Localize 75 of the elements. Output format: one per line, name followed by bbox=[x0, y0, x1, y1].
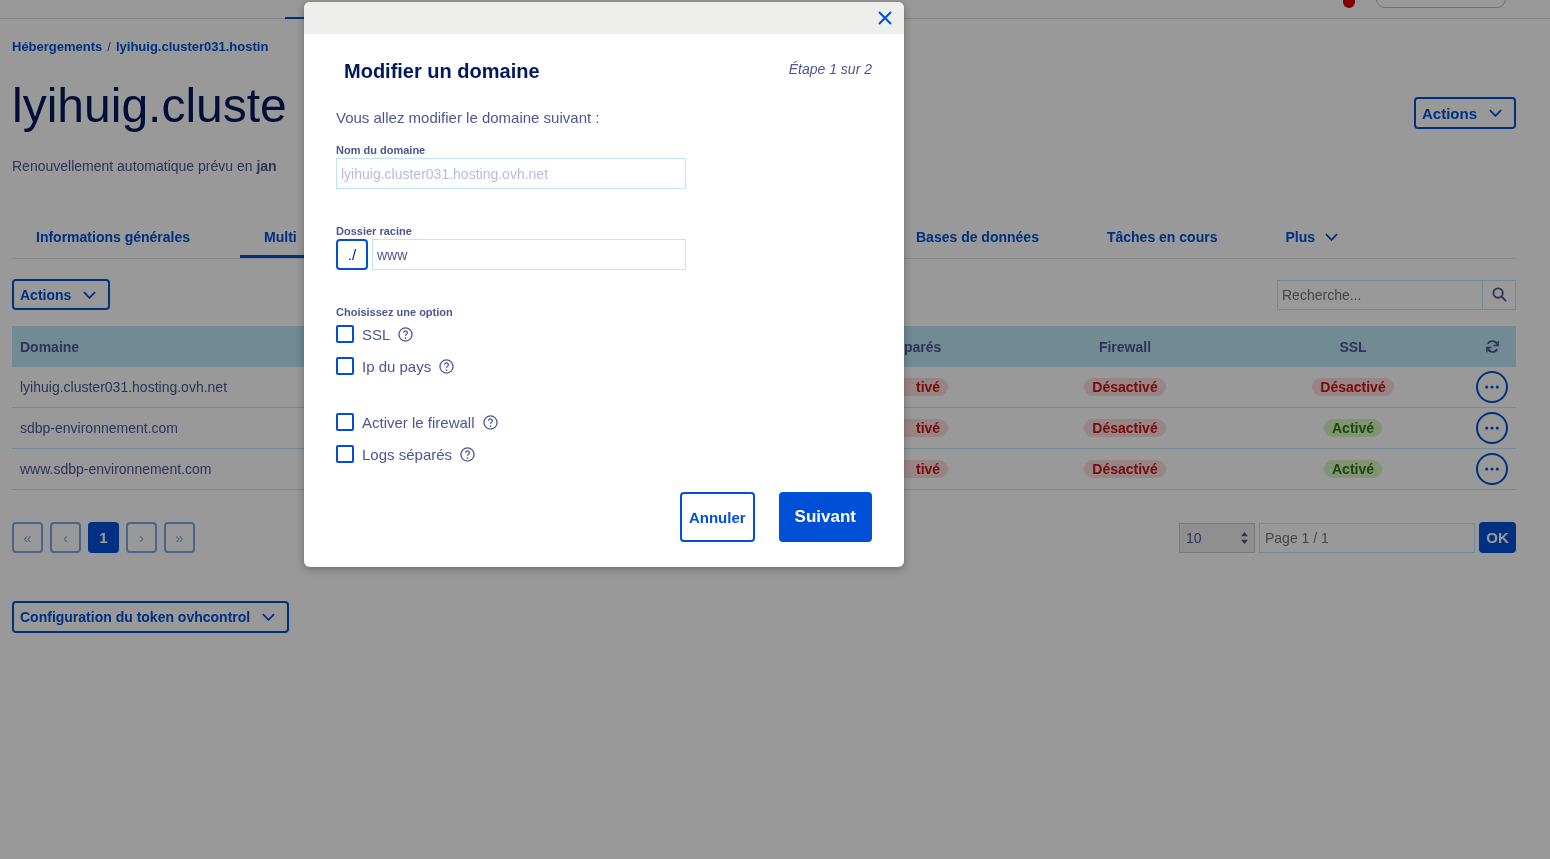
tab[interactable]: Informations générales bbox=[12, 221, 215, 258]
pagination-button[interactable]: « bbox=[12, 522, 43, 553]
status-badge: Activé bbox=[1324, 419, 1382, 437]
help-icon[interactable] bbox=[398, 326, 414, 342]
tab[interactable]: Tâches en cours bbox=[1082, 221, 1242, 258]
field-label: Nom du domaine bbox=[336, 144, 427, 156]
status-badge: Désactivé bbox=[1312, 378, 1394, 396]
active-nav-underline bbox=[285, 17, 305, 19]
checkbox[interactable] bbox=[336, 325, 354, 343]
chevron-down-icon bbox=[262, 613, 276, 621]
token-config-dropdown[interactable]: Configuration du token ovhcontrol bbox=[12, 601, 290, 633]
option-label: SSL bbox=[362, 325, 391, 343]
actions-dropdown[interactable]: Actions bbox=[12, 279, 111, 310]
help-icon[interactable] bbox=[460, 446, 476, 462]
chevron-down-icon bbox=[83, 290, 97, 299]
page-field[interactable]: Page 1 / 1 bbox=[1259, 522, 1475, 553]
status-badge: Désactivé bbox=[1084, 378, 1166, 396]
page-size-select[interactable]: 10 bbox=[1179, 522, 1255, 553]
option-label: Activer le firewall bbox=[362, 413, 475, 431]
status-badge: tivé bbox=[904, 378, 949, 396]
column-header: Domaine bbox=[20, 338, 80, 355]
status-badge: Activé bbox=[1324, 460, 1382, 478]
more-icon bbox=[1485, 385, 1499, 389]
breadcrumb-separator: / bbox=[107, 39, 111, 54]
status-badge: tivé bbox=[904, 419, 949, 437]
intro-text: Vous allez modifier le domaine suivant : bbox=[336, 109, 601, 126]
column-header: parés bbox=[904, 338, 942, 355]
close-icon bbox=[878, 11, 892, 25]
more-options-button[interactable] bbox=[1476, 371, 1508, 403]
chevron-down-icon bbox=[1325, 233, 1338, 241]
more-icon bbox=[1485, 426, 1499, 430]
pagination-button[interactable]: ‹ bbox=[50, 522, 81, 553]
cancel-button[interactable]: Annuler bbox=[679, 492, 755, 542]
more-tab[interactable]: Plus bbox=[1261, 221, 1362, 258]
field-label: Dossier racine bbox=[336, 225, 413, 237]
status-badge: Désactivé bbox=[1084, 419, 1166, 437]
more-options-button[interactable] bbox=[1476, 453, 1508, 485]
chevron-down-icon bbox=[1489, 109, 1502, 117]
status-badge: Désactivé bbox=[1084, 460, 1166, 478]
help-icon[interactable] bbox=[482, 414, 498, 430]
checkbox[interactable] bbox=[336, 357, 354, 375]
renewal-text: Renouvellement automatique prévu en jan bbox=[12, 158, 278, 174]
path-prefix: ./ bbox=[336, 239, 368, 270]
status-badge: tivé bbox=[904, 460, 949, 478]
more-icon bbox=[1485, 467, 1499, 471]
breadcrumb-link[interactable]: Hébergements bbox=[12, 39, 103, 54]
search-field[interactable]: Recherche... bbox=[1277, 279, 1516, 310]
pagination-button[interactable]: » bbox=[164, 522, 195, 553]
next-button[interactable]: Suivant bbox=[778, 492, 872, 542]
table-cell: lyihuig.cluster031.hosting.ovh.net bbox=[20, 379, 228, 395]
step-indicator: Étape 1 sur 2 bbox=[788, 60, 872, 77]
option-label: Ip du pays bbox=[362, 357, 432, 375]
column-header: Firewall bbox=[1098, 338, 1152, 355]
pagination-button[interactable]: 1 bbox=[88, 522, 119, 553]
sort-arrows-icon bbox=[1241, 531, 1248, 544]
table-cell: www.sdbp-environnement.com bbox=[20, 461, 212, 477]
root-folder-field[interactable]: www bbox=[372, 239, 686, 270]
refresh-icon[interactable] bbox=[1484, 339, 1500, 354]
more-options-button[interactable] bbox=[1476, 412, 1508, 444]
option-label: Logs séparés bbox=[362, 445, 453, 463]
page-title: lyihuig.cluste bbox=[12, 78, 287, 134]
column-header: SSL bbox=[1339, 338, 1367, 355]
pagination-button[interactable]: › bbox=[126, 522, 157, 553]
checkbox[interactable] bbox=[336, 445, 354, 463]
help-icon[interactable] bbox=[439, 358, 455, 374]
table-cell: sdbp-environnement.com bbox=[20, 420, 178, 436]
search-icon bbox=[1491, 287, 1507, 302]
field-label: Choisissez une option bbox=[336, 306, 454, 318]
tab[interactable]: Bases de données bbox=[892, 221, 1063, 258]
modal-title: Modifier un domaine bbox=[344, 60, 540, 83]
actions-dropdown[interactable]: Actions bbox=[1414, 97, 1516, 129]
ok-button[interactable]: OK bbox=[1479, 522, 1516, 553]
checkbox[interactable] bbox=[336, 413, 354, 431]
close-button[interactable] bbox=[878, 11, 892, 25]
breadcrumb-link[interactable]: lyihuig.cluster031.hostin bbox=[115, 39, 269, 54]
